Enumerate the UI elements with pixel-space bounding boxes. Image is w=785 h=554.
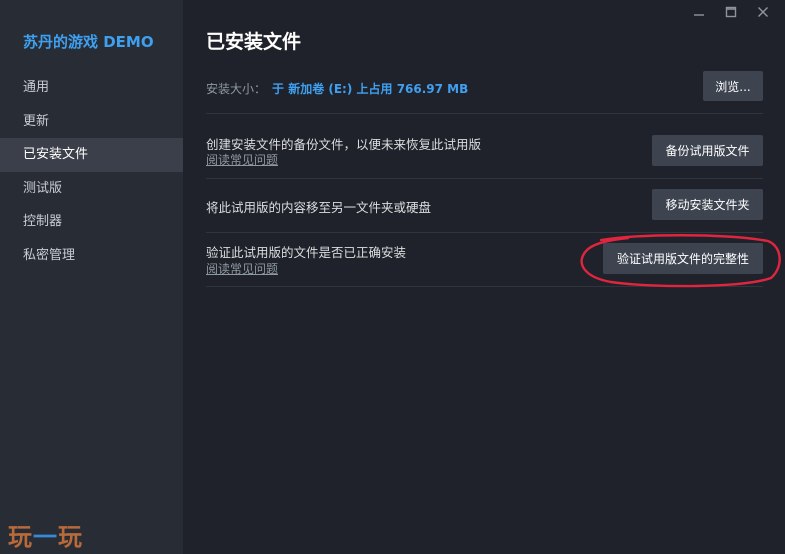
sidebar-item-controller[interactable]: 控制器 xyxy=(0,205,183,239)
close-button[interactable] xyxy=(747,2,779,22)
backup-faq-link[interactable]: 阅读常见问题 xyxy=(206,151,278,168)
watermark-char: 玩 xyxy=(58,523,83,551)
sidebar-item-betas[interactable]: 测试版 xyxy=(0,172,183,206)
window-controls xyxy=(683,2,779,22)
verify-faq-link[interactable]: 阅读常见问题 xyxy=(206,260,278,277)
verify-description: 验证此试用版的文件是否已正确安装 xyxy=(206,245,407,260)
watermark-char: 玩 xyxy=(8,523,33,551)
move-folder-button[interactable]: 移动安装文件夹 xyxy=(652,189,763,220)
app-title: 苏丹的游戏 DEMO xyxy=(23,33,154,51)
maximize-button[interactable] xyxy=(715,2,747,22)
watermark-char: 一 xyxy=(33,523,58,551)
maximize-icon xyxy=(725,6,737,18)
sidebar-nav: 通用 更新 已安装文件 测试版 控制器 私密管理 xyxy=(0,71,183,272)
watermark-logo: 玩一玩 xyxy=(8,517,83,552)
minimize-icon xyxy=(694,14,704,16)
divider xyxy=(206,113,763,114)
sidebar-item-updates[interactable]: 更新 xyxy=(0,105,183,139)
sidebar-item-privacy[interactable]: 私密管理 xyxy=(0,239,183,273)
minimize-button[interactable] xyxy=(683,2,715,22)
sidebar-item-installed-files[interactable]: 已安装文件 xyxy=(0,138,183,172)
install-size-value: 于 新加卷 (E:) 上占用 766.97 MB xyxy=(272,82,469,96)
install-size-label: 安装大小： xyxy=(206,82,267,96)
divider xyxy=(206,232,763,233)
main-panel: 已安装文件 安装大小： 于 新加卷 (E:) 上占用 766.97 MB 浏览..… xyxy=(183,0,785,554)
page-title: 已安装文件 xyxy=(206,31,302,53)
verify-integrity-button[interactable]: 验证试用版文件的完整性 xyxy=(603,243,763,274)
backup-files-button[interactable]: 备份试用版文件 xyxy=(652,135,763,166)
close-icon xyxy=(758,7,768,17)
divider xyxy=(206,178,763,179)
sidebar: 苏丹的游戏 DEMO 通用 更新 已安装文件 测试版 控制器 私密管理 玩一玩 xyxy=(0,0,183,554)
browse-button[interactable]: 浏览... xyxy=(703,71,763,101)
sidebar-item-general[interactable]: 通用 xyxy=(0,71,183,105)
move-description: 将此试用版的内容移至另一文件夹或硬盘 xyxy=(206,200,432,215)
install-size-row: 安装大小： 于 新加卷 (E:) 上占用 766.97 MB xyxy=(206,80,468,97)
divider xyxy=(206,286,763,287)
